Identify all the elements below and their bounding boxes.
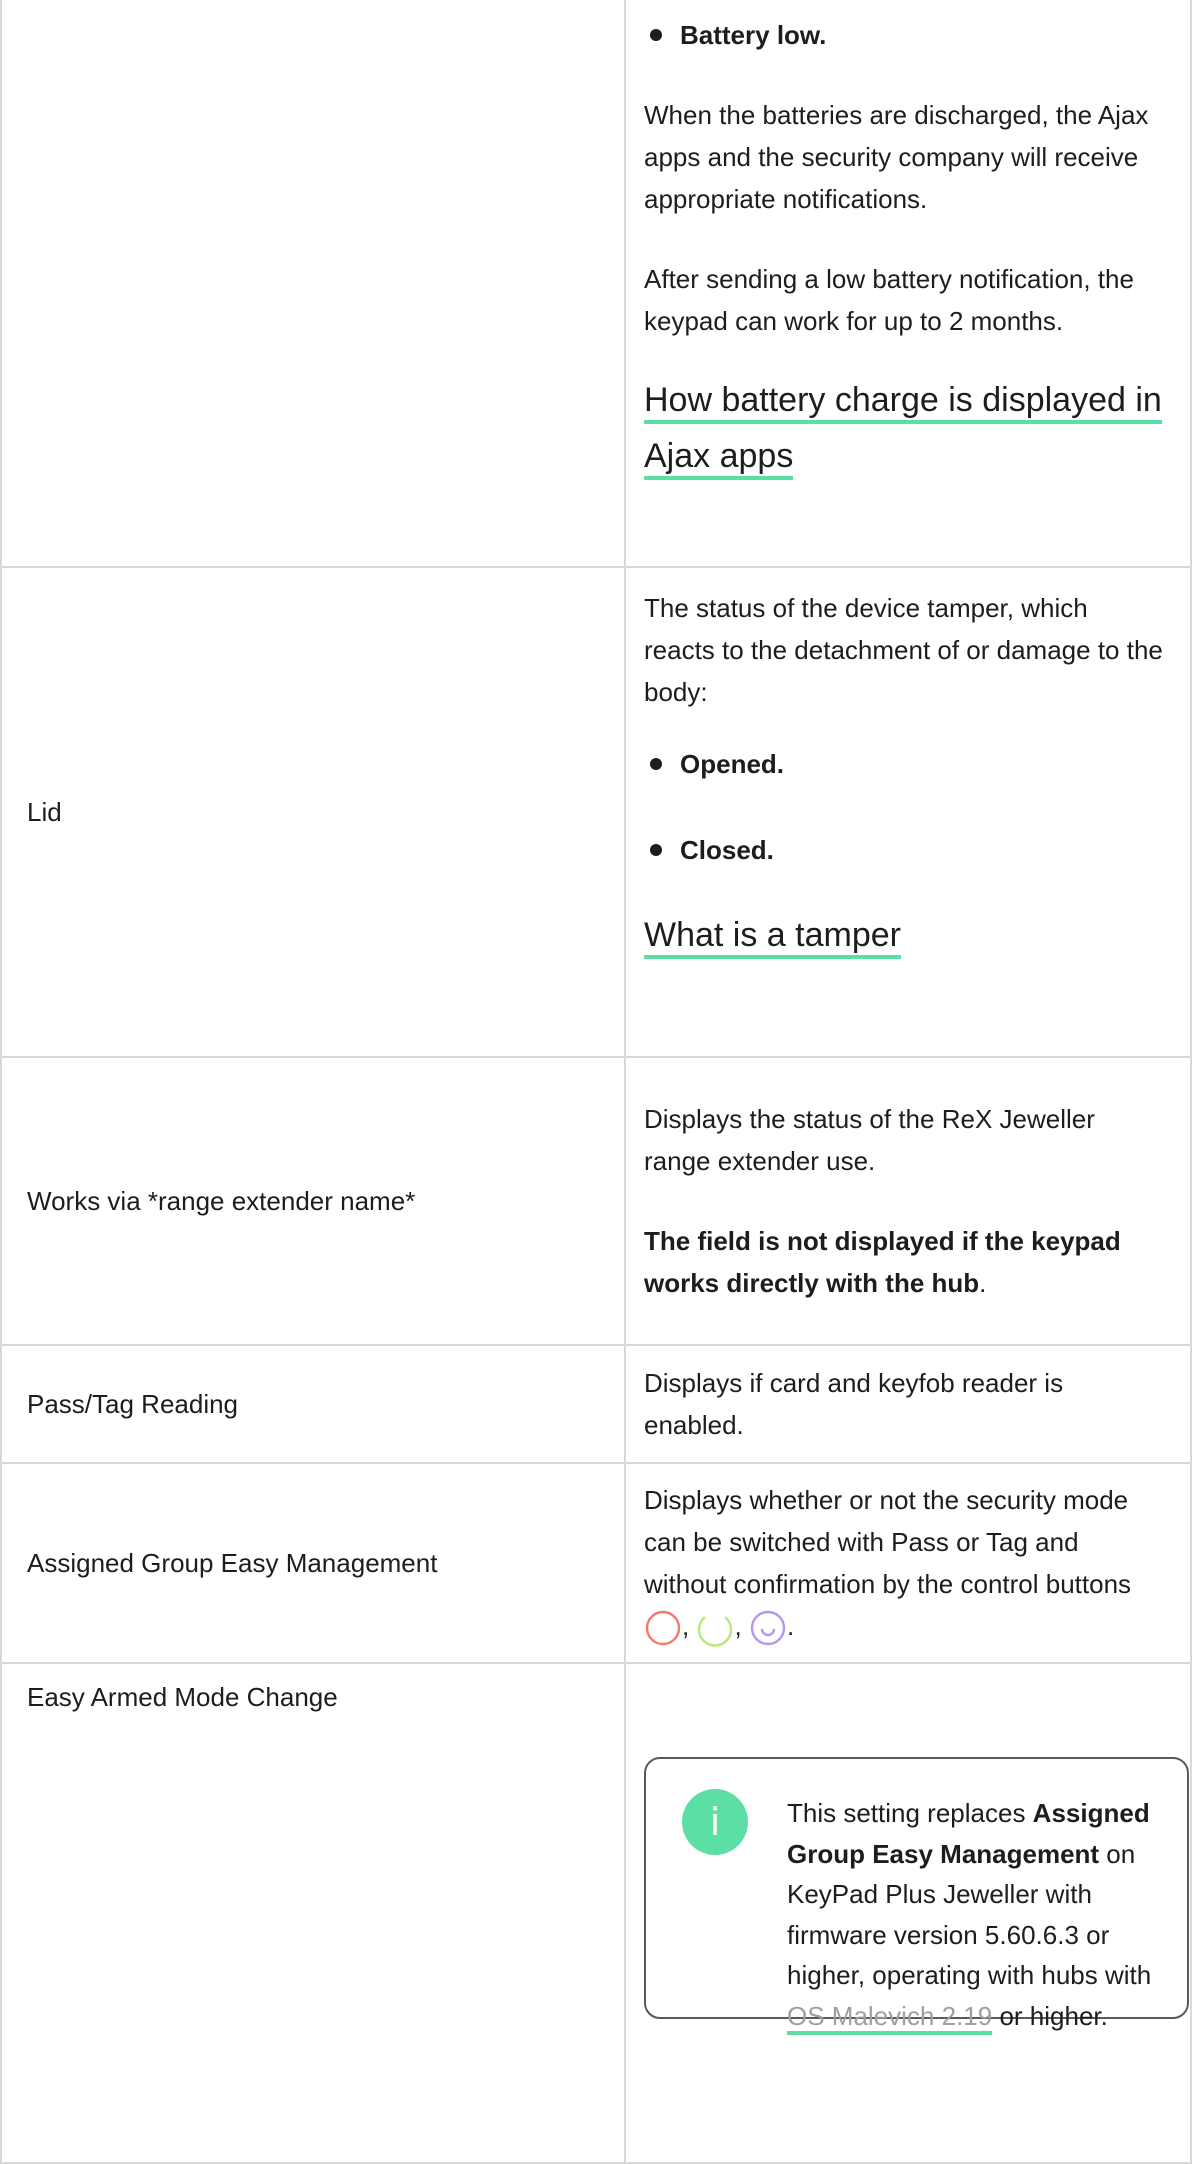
paragraph: The field is not displayed if the keypad… [644,1226,1121,1298]
battery-help-link[interactable]: How battery charge is displayed in Ajax … [644,372,1164,484]
info-note-text: This setting replaces Assigned Group Eas… [787,1793,1167,2036]
table-cell-label: Lid [0,566,626,1058]
paragraph: The status of the device tamper, which r… [644,593,1163,707]
page: Battery low. When the batteries are disc… [0,0,1192,2164]
night-mode-button-icon [698,1616,733,1647]
bold-note: The field is not displayed if the keypad… [644,1226,1121,1298]
tamper-help-link[interactable]: What is a tamper [644,907,1164,963]
table-cell-label: Assigned Group Easy Management [0,1462,626,1664]
list-item: Opened. [644,743,1164,785]
table-row: Assigned Group Easy Management Displays … [0,1462,1192,1664]
table-row: Easy Armed Mode Change i This setting re… [0,1662,1192,2164]
table-cell-value: The status of the device tamper, which r… [624,566,1192,1058]
table-cell-value: i This setting replaces Assigned Group E… [624,1662,1192,2164]
list-item-text: Closed. [680,835,774,865]
table-row: Battery low. When the batteries are disc… [0,0,1192,568]
paragraph: When the batteries are discharged, the A… [644,100,1149,214]
arm-button-icon [750,1610,786,1646]
table-cell-value: Displays if card and keyfob reader is en… [624,1344,1192,1464]
table-row: Works via *range extender name* Displays… [0,1056,1192,1346]
table-cell-value: Battery low. When the batteries are disc… [624,0,1192,568]
table-cell-value: Displays the status of the ReX Jeweller … [624,1056,1192,1346]
table-cell-label: Works via *range extender name* [0,1056,626,1346]
paragraph: Displays whether or not the security mod… [644,1484,1132,1599]
table-cell-label: Easy Armed Mode Change [0,1662,626,2164]
table-row: Lid The status of the device tamper, whi… [0,566,1192,1058]
disarm-button-icon [645,1610,681,1646]
info-note: i This setting replaces Assigned Group E… [644,1757,1189,2035]
paragraph: After sending a low battery notification… [644,264,1134,336]
table-cell-value: Displays whether or not the security mod… [624,1462,1192,1664]
list-item-text: Opened. [680,749,785,779]
list-item-text: Battery low. [680,20,827,50]
bullet-dot-icon [650,758,662,770]
list-item: Closed. [644,829,1164,871]
table-row: Pass/Tag Reading Displays if card and ke… [0,1344,1192,1464]
os-malevich-link[interactable]: OS Malevich 2.19 [787,2000,993,2035]
info-icon: i [682,1789,748,1855]
bullet-dot-icon [650,29,662,41]
list-item: Battery low. [644,14,1164,56]
bullet-dot-icon [650,844,662,856]
table-cell-label [0,0,626,568]
paragraph: Displays the status of the ReX Jeweller … [644,1104,1095,1176]
table-cell-label: Pass/Tag Reading [0,1344,626,1464]
settings-table: Battery low. When the batteries are disc… [0,0,1192,2164]
